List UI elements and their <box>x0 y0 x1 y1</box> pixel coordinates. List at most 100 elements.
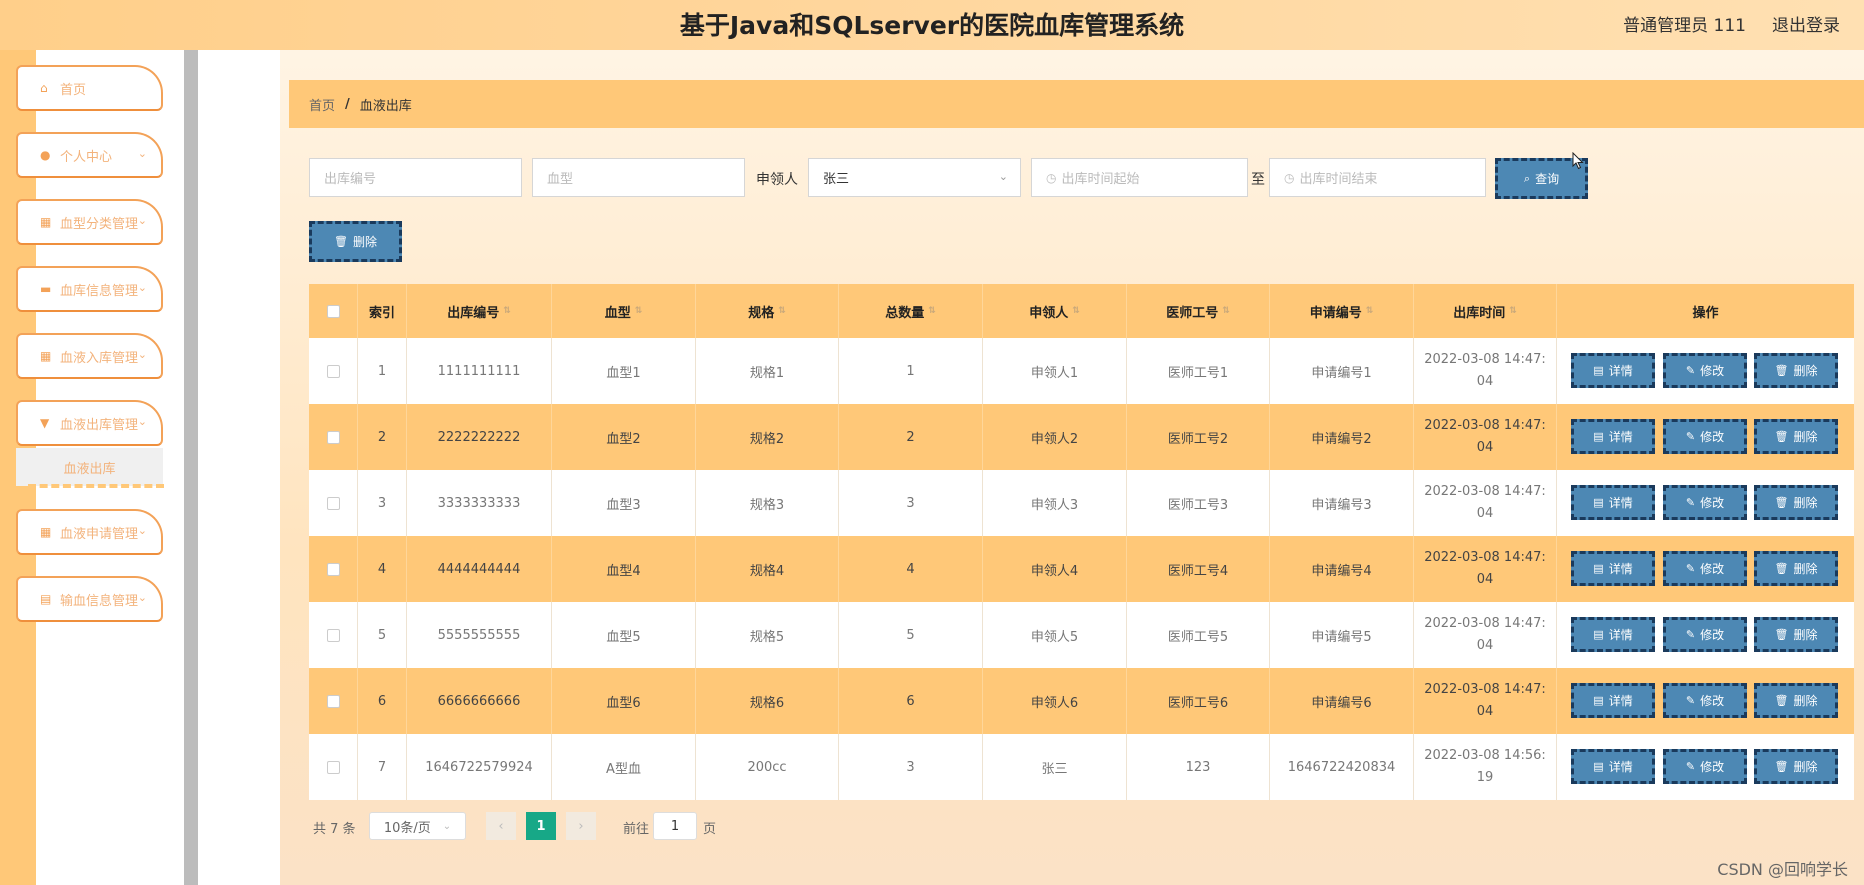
cell-index: 6 <box>358 668 407 734</box>
submenu-divider <box>28 484 164 488</box>
row-checkbox[interactable] <box>326 430 340 444</box>
sort-icon: ⇅ <box>634 306 643 316</box>
detail-button[interactable]: ▤ 详情 <box>1571 749 1655 784</box>
detail-button[interactable]: ▤ 详情 <box>1571 683 1655 718</box>
header-blood-type[interactable]: 血型 ⇅ <box>552 284 696 338</box>
detail-button[interactable]: ▤ 详情 <box>1571 551 1655 586</box>
time-line-1: 2022-03-08 14:47: <box>1424 682 1546 697</box>
edit-button[interactable]: ✎ 修改 <box>1663 749 1747 784</box>
edit-button[interactable]: ✎ 修改 <box>1663 617 1747 652</box>
cell-blood-type: 血型2 <box>552 404 696 470</box>
time-line-2: 04 <box>1476 506 1494 521</box>
time-text: 2022-03-08 14:56: 19 <box>1424 745 1546 789</box>
trash-icon: 🗑 <box>1774 364 1789 377</box>
outbound-no-input[interactable]: 出库编号 <box>309 158 522 197</box>
logout-link[interactable]: 退出登录 <box>1772 11 1840 36</box>
delete-button[interactable]: 🗑 删除 <box>1754 353 1838 388</box>
edit-button[interactable]: ✎ 修改 <box>1663 551 1747 586</box>
delete-button[interactable]: 🗑 删除 <box>1754 749 1838 784</box>
sidebar-item-blood-outbound[interactable]: ▼ 血液出库管理 ⌄ <box>16 400 163 446</box>
delete-button[interactable]: 🗑 删除 <box>1754 419 1838 454</box>
header-outbound-no[interactable]: 出库编号 ⇅ <box>407 284 552 338</box>
bulk-delete-button[interactable]: 🗑 删除 <box>309 221 402 262</box>
sidebar-item-blood-bank-info[interactable]: ▬ 血库信息管理 ⌄ <box>16 266 163 312</box>
cell-apply-no: 申请编号5 <box>1270 602 1414 668</box>
cell-blood-type: 血型6 <box>552 668 696 734</box>
header-label: 出库时间 <box>1453 305 1506 321</box>
header-applicant[interactable]: 申领人 ⇅ <box>983 284 1127 338</box>
cell-blood-type: A型血 <box>552 734 696 800</box>
cell-spec: 规格2 <box>696 404 839 470</box>
breadcrumb-home[interactable]: 首页 <box>309 95 335 114</box>
mouse-cursor-icon <box>1572 152 1584 170</box>
row-checkbox-cell <box>309 536 358 602</box>
detail-button[interactable]: ▤ 详情 <box>1571 353 1655 388</box>
delete-button[interactable]: 🗑 删除 <box>1754 551 1838 586</box>
time-end-input[interactable]: ◷ 出库时间结束 <box>1269 158 1486 197</box>
time-line-2: 04 <box>1476 572 1494 587</box>
row-checkbox[interactable] <box>326 364 340 378</box>
select-all-checkbox[interactable] <box>326 304 340 318</box>
breadcrumb-separator: / <box>345 96 350 112</box>
chevron-down-icon: ⌄ <box>137 591 147 604</box>
trash-icon: 🗑 <box>1774 496 1789 509</box>
header-label: 总数量 <box>885 305 925 321</box>
header-doctor-no[interactable]: 医师工号 ⇅ <box>1127 284 1270 338</box>
goto-page-input[interactable]: 1 <box>653 812 697 840</box>
page-1-button[interactable]: 1 <box>526 812 556 840</box>
sidebar-subitem-blood-outbound[interactable]: 血液出库 <box>16 448 163 486</box>
trash-icon: 🗑 <box>1774 430 1789 443</box>
delete-button-label: 删除 <box>1793 562 1818 576</box>
header-total-qty[interactable]: 总数量 ⇅ <box>839 284 983 338</box>
chevron-down-icon: ⌄ <box>998 170 1008 183</box>
header-apply-no[interactable]: 申请编号 ⇅ <box>1270 284 1414 338</box>
delete-button[interactable]: 🗑 删除 <box>1754 485 1838 520</box>
prev-page-button[interactable]: ‹ <box>486 812 516 840</box>
edit-button-label: 修改 <box>1700 628 1725 642</box>
sidebar-item-transfusion-info[interactable]: ▤ 输血信息管理 ⌄ <box>16 576 163 622</box>
edit-button[interactable]: ✎ 修改 <box>1663 485 1747 520</box>
next-page-button[interactable]: › <box>566 812 596 840</box>
time-line-2: 04 <box>1476 704 1494 719</box>
header-outbound-time[interactable]: 出库时间 ⇅ <box>1414 284 1557 338</box>
delete-button[interactable]: 🗑 删除 <box>1754 617 1838 652</box>
blood-type-input[interactable]: 血型 <box>532 158 745 197</box>
detail-button-label: 详情 <box>1608 628 1633 642</box>
time-line-2: 04 <box>1476 638 1494 653</box>
cell-outbound-time: 2022-03-08 14:47: 04 <box>1414 668 1557 734</box>
time-start-input[interactable]: ◷ 出库时间起始 <box>1031 158 1248 197</box>
row-checkbox[interactable] <box>326 628 340 642</box>
detail-button[interactable]: ▤ 详情 <box>1571 617 1655 652</box>
edit-button[interactable]: ✎ 修改 <box>1663 419 1747 454</box>
trash-icon: 🗑 <box>334 235 348 248</box>
applicant-select[interactable]: 张三 ⌄ <box>808 158 1021 197</box>
sidebar-item-blood-inbound[interactable]: ▦ 血液入库管理 ⌄ <box>16 333 163 379</box>
sidebar-item-home[interactable]: ⌂ 首页 <box>16 65 163 111</box>
sidebar-item-personal-center[interactable]: ● 个人中心 ⌄ <box>16 132 163 178</box>
row-checkbox[interactable] <box>326 562 340 576</box>
document-icon: ▤ <box>1593 562 1604 575</box>
search-icon: ⌕ <box>1523 171 1531 185</box>
row-checkbox[interactable] <box>326 496 340 510</box>
chevron-down-icon: ⌄ <box>137 214 147 227</box>
row-checkbox[interactable] <box>326 694 340 708</box>
delete-button[interactable]: 🗑 删除 <box>1754 683 1838 718</box>
header-label: 申领人 <box>1029 305 1069 321</box>
detail-button[interactable]: ▤ 详情 <box>1571 419 1655 454</box>
grid-icon: ▦ <box>40 215 52 229</box>
edit-icon: ✎ <box>1685 364 1696 377</box>
time-end-placeholder: 出库时间结束 <box>1299 172 1378 187</box>
time-line-1: 2022-03-08 14:47: <box>1424 484 1546 499</box>
edit-button[interactable]: ✎ 修改 <box>1663 353 1747 388</box>
header-spec[interactable]: 规格 ⇅ <box>696 284 839 338</box>
sidebar-item-blood-application[interactable]: ▦ 血液申请管理 ⌄ <box>16 509 163 555</box>
page-size-value: 10条/页 <box>383 820 431 836</box>
edit-button[interactable]: ✎ 修改 <box>1663 683 1747 718</box>
sidebar-item-blood-category[interactable]: ▦ 血型分类管理 ⌄ <box>16 199 163 245</box>
row-checkbox[interactable] <box>326 760 340 774</box>
page-size-select[interactable]: 10条/页 ⌄ <box>369 812 466 840</box>
detail-button[interactable]: ▤ 详情 <box>1571 485 1655 520</box>
sidebar-scrollbar[interactable] <box>184 50 198 885</box>
chevron-down-icon: ⌄ <box>442 820 452 832</box>
sidebar-gutter <box>198 50 280 885</box>
